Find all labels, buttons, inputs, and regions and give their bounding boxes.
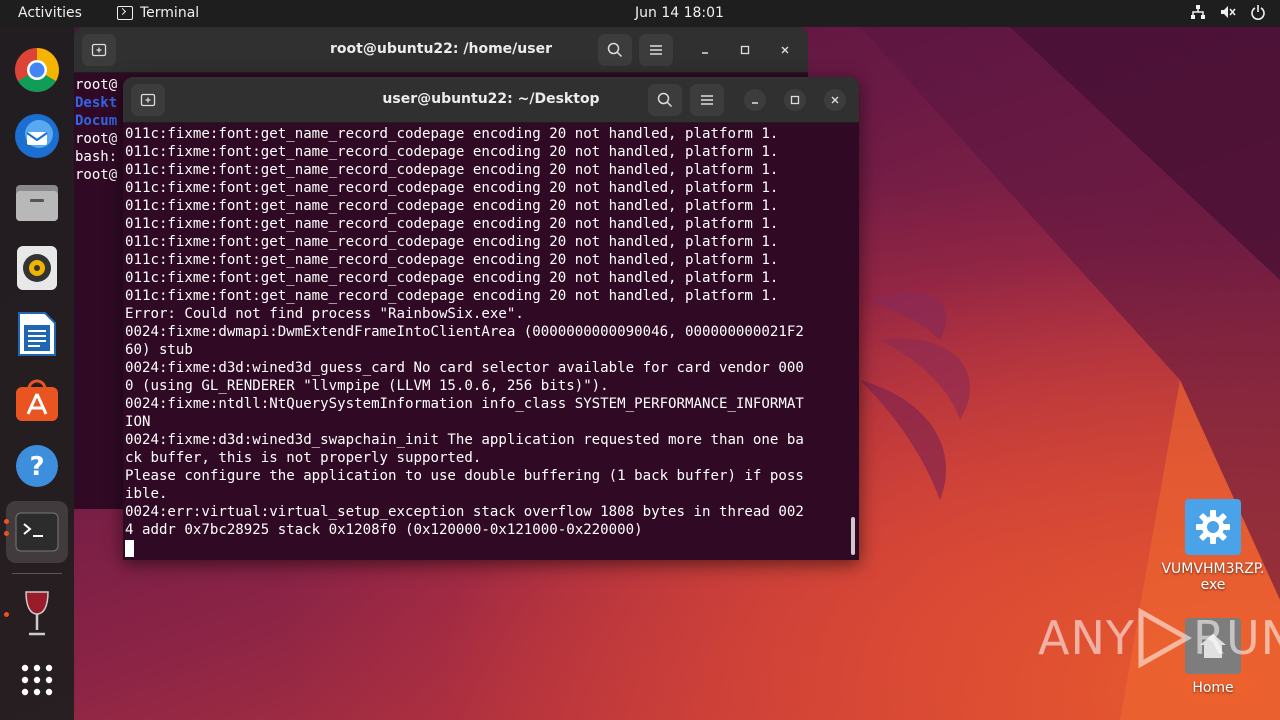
system-tray[interactable] <box>1190 4 1266 20</box>
settings-gear-icon <box>1185 499 1241 555</box>
search-button[interactable] <box>598 34 632 66</box>
rhythmbox-icon[interactable] <box>12 243 62 293</box>
terminal-icon <box>117 6 133 20</box>
minimize-icon <box>752 102 758 104</box>
running-indicator <box>4 612 9 617</box>
terminal-line: 0 (using GL_RENDERER "llvmpipe (LLVM 15.… <box>125 378 609 394</box>
terminal-line: Error: Could not find process "RainbowSi… <box>125 306 524 322</box>
terminal-line: 011c:fixme:font:get_name_record_codepage… <box>125 234 779 250</box>
maximize-button[interactable] <box>784 89 806 111</box>
dock-separator <box>12 573 62 574</box>
volume-muted-icon <box>1221 6 1236 18</box>
search-button[interactable] <box>648 84 682 116</box>
terminal-output[interactable]: 011c:fixme:font:get_name_record_codepage… <box>123 123 859 560</box>
activities-button[interactable]: Activities <box>18 5 82 21</box>
app-center-icon[interactable] <box>12 375 62 425</box>
wine-icon[interactable] <box>12 589 62 639</box>
files-icon[interactable] <box>12 177 62 227</box>
search-icon <box>657 92 673 108</box>
terminal-line: 011c:fixme:font:get_name_record_codepage… <box>125 198 779 214</box>
network-icon <box>1191 5 1205 19</box>
desktop-icon-label: Home <box>1192 680 1234 696</box>
window-header[interactable]: user@ubuntu22: ~/Desktop <box>123 77 859 123</box>
maximize-icon <box>790 95 800 105</box>
watermark-text: RUN <box>1192 611 1280 665</box>
close-button[interactable] <box>774 39 796 61</box>
terminal-line: 0024:fixme:dwmapi:DwmExtendFrameIntoClie… <box>125 324 804 340</box>
terminal-prompt-line <box>125 539 859 557</box>
terminal-line: ck buffer, this is not properly supporte… <box>125 450 482 466</box>
app-menu[interactable]: Terminal <box>117 5 199 21</box>
terminal-line: ION <box>125 414 151 430</box>
hamburger-icon <box>650 45 662 55</box>
power-icon <box>1251 5 1265 20</box>
window-header[interactable]: root@ubuntu22: /home/user <box>74 27 808 73</box>
clock[interactable]: Jun 14 18:01 <box>635 5 724 21</box>
text-cursor <box>125 540 134 557</box>
play-logo-icon <box>1138 608 1193 668</box>
show-apps-icon[interactable] <box>12 655 62 705</box>
top-bar: Activities Terminal Jun 14 18:01 <box>0 0 1280 27</box>
dock: ? <box>0 27 74 720</box>
minimize-button[interactable] <box>744 89 766 111</box>
desktop-icon-label: exe <box>1200 577 1226 593</box>
search-icon <box>607 42 623 58</box>
terminal-line: 011c:fixme:font:get_name_record_codepage… <box>125 252 779 268</box>
menu-button[interactable] <box>639 34 673 66</box>
terminal-line: 011c:fixme:font:get_name_record_codepage… <box>125 288 779 304</box>
running-indicator <box>4 519 9 524</box>
terminal-line: 60) stub <box>125 342 193 358</box>
terminal-line: 011c:fixme:font:get_name_record_codepage… <box>125 180 779 196</box>
terminal-line: 0024:fixme:d3d:wined3d_guess_card No car… <box>125 360 804 376</box>
terminal-line: 0024:fixme:d3d:wined3d_swapchain_init Th… <box>125 432 804 448</box>
maximize-icon <box>740 45 750 55</box>
terminal-line: ible. <box>125 486 168 502</box>
thunderbird-icon[interactable] <box>12 111 62 161</box>
running-indicator <box>4 531 9 536</box>
terminal-line: 011c:fixme:font:get_name_record_codepage… <box>125 144 779 160</box>
terminal-line: 0024:err:virtual:virtual_setup_exception… <box>125 504 804 520</box>
chrome-icon[interactable] <box>12 45 62 95</box>
close-icon <box>831 96 839 104</box>
minimize-icon <box>702 52 708 54</box>
watermark-text: ANY <box>1038 611 1135 665</box>
help-icon[interactable]: ? <box>12 441 62 491</box>
terminal-line: 4 addr 0x7bc28925 stack 0x1208f0 (0x1200… <box>125 522 643 538</box>
terminal-line: Please configure the application to use … <box>125 468 804 484</box>
desktop-icon-label: VUMVHM3RZP. <box>1161 561 1265 577</box>
terminal-line: 011c:fixme:font:get_name_record_codepage… <box>125 162 779 178</box>
close-button[interactable] <box>824 89 846 111</box>
close-icon <box>781 46 789 54</box>
minimize-button[interactable] <box>694 39 716 61</box>
terminal-line: 0024:fixme:ntdll:NtQuerySystemInformatio… <box>125 396 804 412</box>
terminal-line: 011c:fixme:font:get_name_record_codepage… <box>125 126 779 142</box>
terminal-window-user[interactable]: user@ubuntu22: ~/Desktop 011c:fixme:font… <box>123 77 859 560</box>
menu-button[interactable] <box>690 84 724 116</box>
writer-icon[interactable] <box>12 309 62 359</box>
desktop-icon-exe[interactable]: VUMVHM3RZP. exe <box>1158 499 1268 593</box>
hamburger-icon <box>701 95 713 105</box>
anyrun-watermark: ANY RUN <box>1038 608 1280 668</box>
svg-text:?: ? <box>29 452 44 482</box>
terminal-icon[interactable] <box>6 501 68 563</box>
app-menu-label: Terminal <box>140 5 200 21</box>
maximize-button[interactable] <box>734 39 756 61</box>
scrollbar[interactable] <box>851 517 855 555</box>
terminal-line: 011c:fixme:font:get_name_record_codepage… <box>125 270 779 286</box>
terminal-line: 011c:fixme:font:get_name_record_codepage… <box>125 216 779 232</box>
